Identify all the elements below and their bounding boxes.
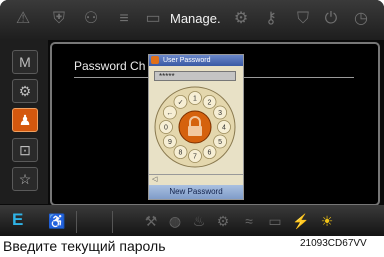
dialog-divider (149, 174, 243, 175)
warning-icon[interactable]: ⚠ (14, 10, 32, 28)
keypad-key-label: 4 (222, 125, 226, 132)
tool-icon: ⚒ (144, 213, 158, 229)
instruction-caption: Введите текущий пароль (3, 238, 166, 254)
e-mode-indicator: E (12, 210, 24, 229)
keypad-key-label: 0 (164, 125, 168, 132)
shield-icon[interactable]: ⛉ (294, 10, 312, 28)
password-change-label: Password Ch (74, 59, 146, 73)
battery-icon: ▭ (268, 213, 282, 229)
dialog-header: User Password (149, 55, 243, 66)
sidebar-item-display[interactable]: ⊡ (12, 138, 38, 162)
keypad-key-label: 2 (208, 99, 212, 106)
lock-icon[interactable]: ⛨ (50, 10, 68, 28)
page-title: Manage. (170, 11, 221, 26)
gear-icon: ⚙ (216, 213, 230, 229)
lock-icon (151, 56, 159, 64)
user-icon[interactable]: ⚇ (82, 10, 100, 28)
display-screen: ⚠ ⛨ ⚇ ≡ ▭ Manage. ⚙ ⚷ ⛉ ⏻ ◷ M ⚙ ♟ ⊡ ☆ Pa… (0, 0, 384, 236)
power-icon[interactable]: ⏻ (322, 10, 340, 28)
temp-icon: ♨ (192, 213, 206, 229)
keypad-key-label: 6 (208, 150, 212, 157)
back-icon[interactable]: ◁ (152, 175, 157, 183)
clock-icon[interactable]: ◷ (352, 10, 370, 28)
sidebar-item-m[interactable]: M (12, 50, 38, 74)
keypad-key-label: 7 (193, 154, 197, 161)
divider (112, 211, 113, 233)
lines-icon[interactable]: ≡ (115, 10, 133, 28)
new-password-button[interactable]: New Password (149, 185, 243, 199)
sidebar-item-user[interactable]: ♟ (12, 108, 38, 132)
sidebar-item-favorites[interactable]: ☆ (12, 167, 38, 191)
keypad-key-label: 1 (193, 96, 197, 103)
keypad-key-label: ✓ (178, 99, 184, 106)
password-input[interactable]: ***** (154, 71, 236, 81)
headlight-icon: ☀ (320, 213, 334, 229)
engine-icon: ⚡ (292, 213, 310, 229)
keypad-key-label: ← (166, 110, 173, 117)
padlock-icon (188, 126, 202, 136)
keypad-key-label: 3 (218, 110, 222, 117)
sidebar: M ⚙ ♟ ⊡ ☆ (0, 40, 48, 204)
rotary-keypad[interactable]: 1 23 456 7 890 ← ✓ (154, 86, 236, 168)
card-icon[interactable]: ▭ (144, 10, 162, 28)
keypad-key-label: 9 (168, 139, 172, 146)
coolant-icon: ≈ (245, 213, 253, 229)
keypad-key-label: 5 (218, 139, 222, 146)
divider (76, 211, 77, 233)
dialog-title: User Password (163, 57, 211, 64)
top-bar: ⚠ ⛨ ⚇ ≡ ▭ Manage. ⚙ ⚷ ⛉ ⏻ ◷ (0, 0, 384, 40)
reference-code: 21093CD67VV (300, 238, 367, 249)
oil-icon: ◍ (168, 213, 182, 229)
seat-icon: ♿ (48, 213, 66, 229)
keypad-key-label: 8 (179, 150, 183, 157)
user-password-dialog: User Password ***** 1 2 3 4 5 6 7 8 9 0 ← ✓ ◁ New P… (148, 54, 244, 200)
bottom-bar: E ♿ ⚒ ◍ ♨ ⚙ ≈ ▭ ⚡ ☀ (0, 205, 384, 236)
gear-icon[interactable]: ⚙ (232, 10, 250, 28)
key-icon[interactable]: ⚷ (262, 10, 280, 28)
sidebar-item-settings[interactable]: ⚙ (12, 79, 38, 103)
